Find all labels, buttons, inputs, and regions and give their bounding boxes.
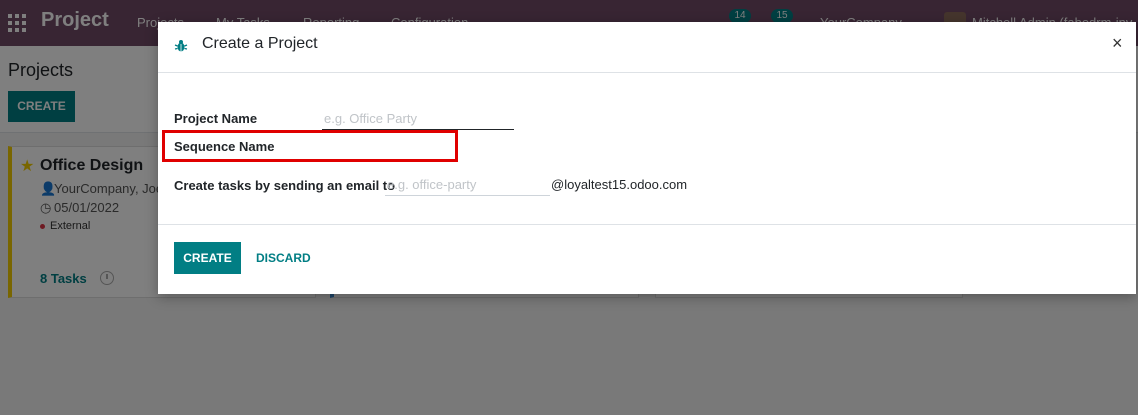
project-name-label: Project Name: [174, 111, 258, 126]
email-alias-domain: @loyaltest15.odoo.com: [551, 177, 688, 192]
dialog-title: Create a Project: [202, 35, 318, 52]
create-button[interactable]: CREATE: [174, 242, 241, 274]
dialog-body: Project Name Sequence Name Create tasks …: [158, 74, 1136, 224]
email-alias-label: Create tasks by sending an email to: [174, 178, 396, 193]
email-alias-input[interactable]: [385, 174, 550, 196]
dialog-header: Create a Project ×: [158, 22, 1136, 73]
bug-icon: [174, 40, 188, 52]
dialog-footer: CREATE DISCARD: [158, 224, 1136, 294]
sequence-name-label: Sequence Name: [174, 139, 275, 154]
discard-button[interactable]: DISCARD: [250, 242, 317, 274]
create-project-dialog: Create a Project × Project Name Sequence…: [158, 22, 1136, 294]
close-icon[interactable]: ×: [1112, 33, 1123, 53]
project-name-input[interactable]: [322, 108, 514, 130]
